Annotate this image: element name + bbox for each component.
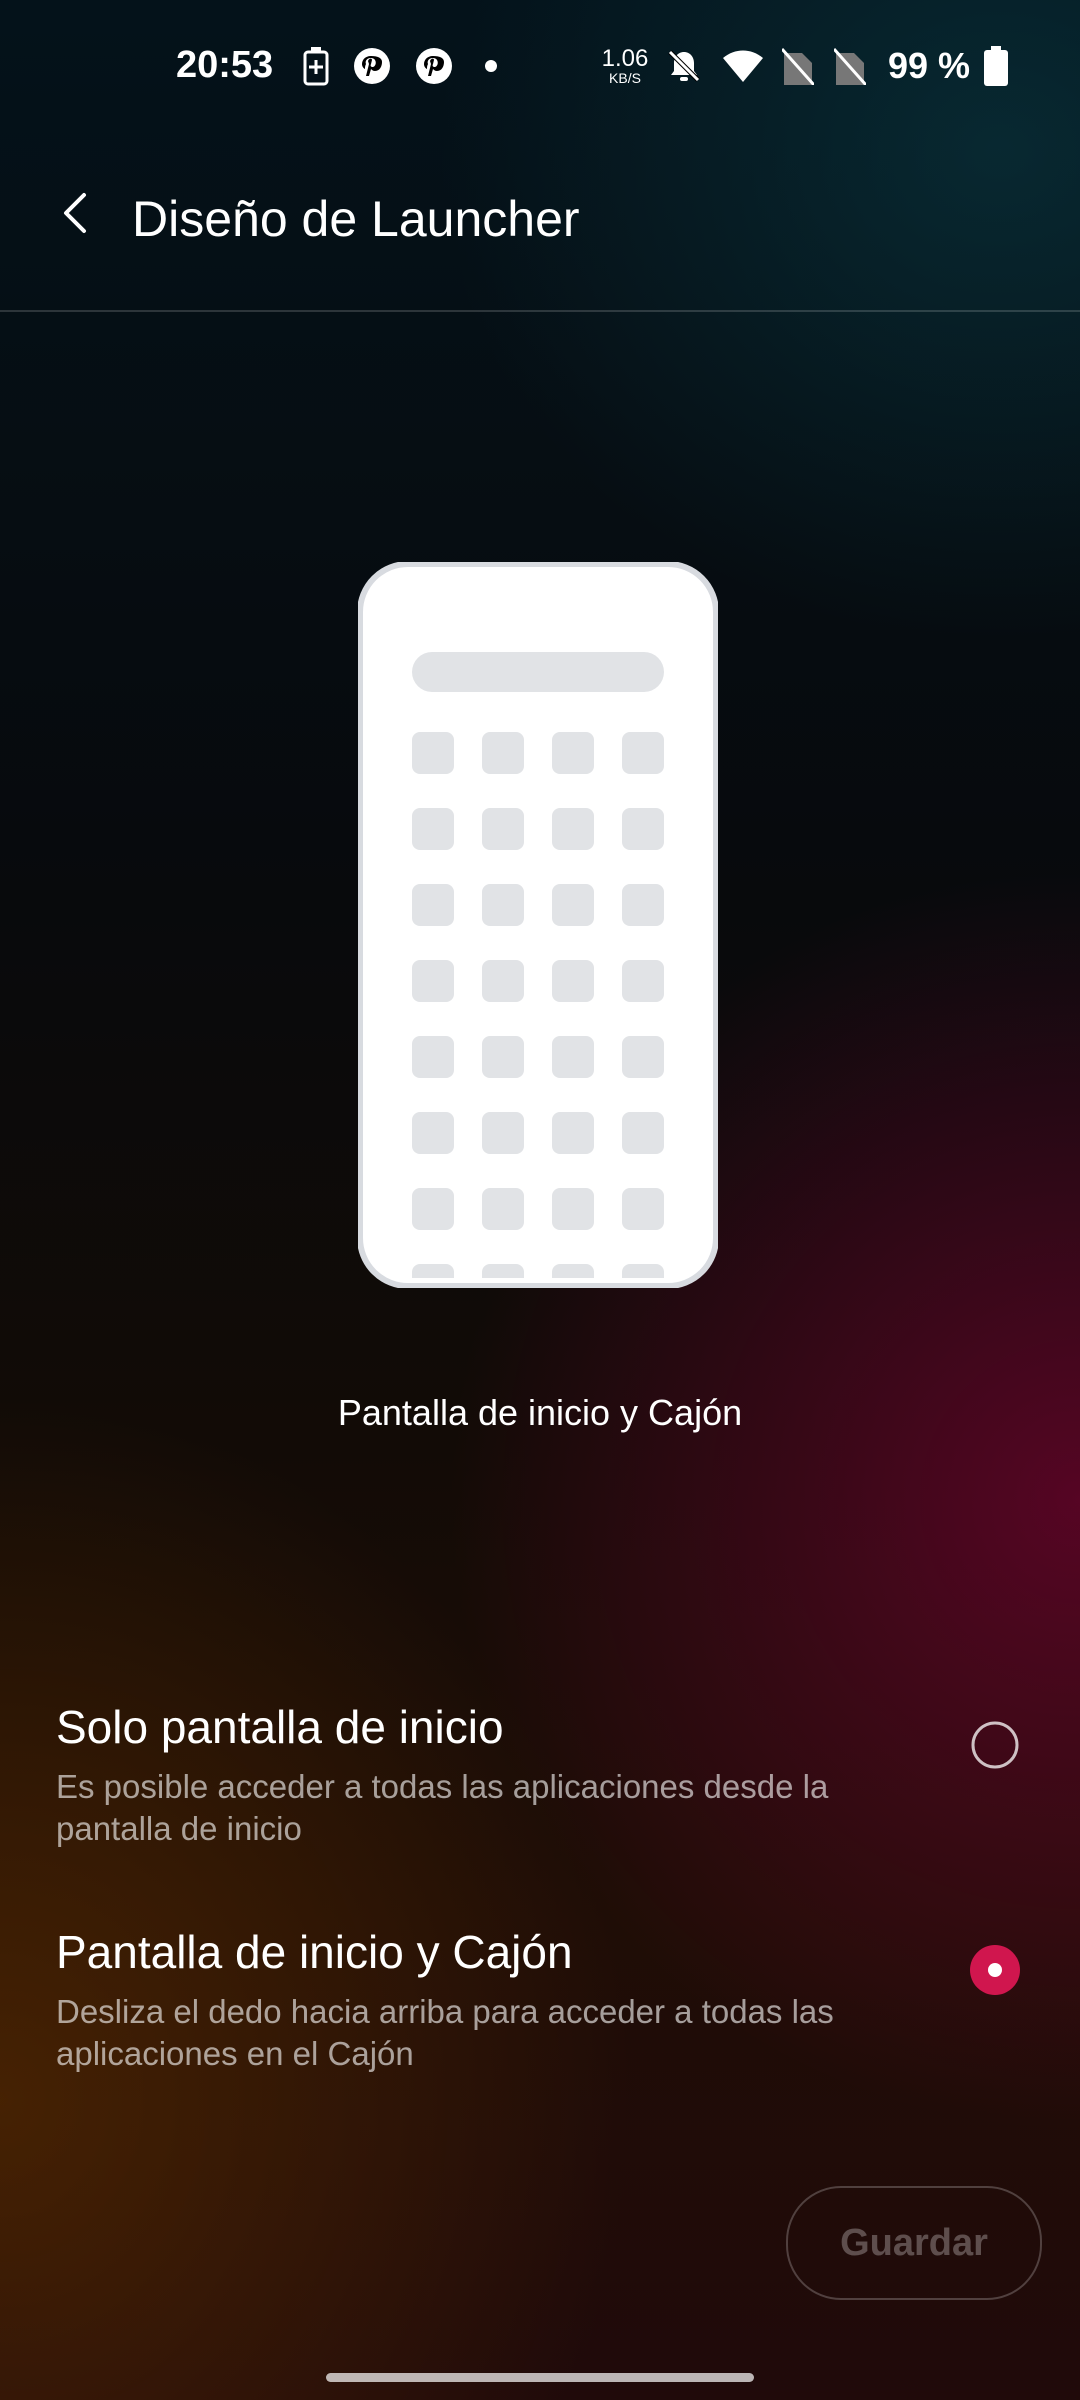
app-icon-placeholder xyxy=(412,808,454,850)
option-title: Pantalla de inicio y Cajón xyxy=(56,1926,573,1978)
app-icon-placeholder xyxy=(412,1188,454,1230)
wifi-icon xyxy=(720,46,766,86)
app-icon-placeholder xyxy=(552,1112,594,1154)
save-button[interactable]: Guardar xyxy=(786,2186,1042,2300)
option-home-and-drawer[interactable]: Pantalla de inicio y Cajón Desliza el de… xyxy=(0,1925,1080,2125)
pinterest-icon xyxy=(352,46,392,86)
net-speed-unit: KB/S xyxy=(609,70,641,86)
launcher-layout-illustration xyxy=(358,562,718,1288)
app-icon-placeholder xyxy=(622,1188,664,1230)
app-icon-placeholder xyxy=(412,1112,454,1154)
app-icon-placeholder xyxy=(552,808,594,850)
app-icon-placeholder xyxy=(552,884,594,926)
app-icon-placeholder xyxy=(482,808,524,850)
app-icon-placeholder xyxy=(552,960,594,1002)
no-sim-icon xyxy=(832,46,868,86)
app-icon-placeholder xyxy=(412,732,454,774)
gesture-nav-handle[interactable] xyxy=(326,2373,754,2382)
app-icon-placeholder xyxy=(412,884,454,926)
option-home-only[interactable]: Solo pantalla de inicio Es posible acced… xyxy=(0,1700,1080,1900)
net-speed-value: 1.06 xyxy=(601,45,649,72)
option-description: Desliza el dedo hacia arriba para accede… xyxy=(56,1993,834,2072)
app-icon-placeholder xyxy=(482,1188,524,1230)
battery-saver-icon xyxy=(300,46,332,86)
app-icon-placeholder xyxy=(482,960,524,1002)
app-icon-placeholder xyxy=(412,1036,454,1078)
app-icon-placeholder xyxy=(552,732,594,774)
no-sim-icon xyxy=(780,46,816,86)
status-bar: 20:53 1.06 KB/S 99 % xyxy=(0,0,1080,140)
app-bar: Diseño de Launcher xyxy=(0,140,1080,312)
app-icon-placeholder xyxy=(622,1112,664,1154)
app-icon-placeholder xyxy=(622,884,664,926)
app-icon-placeholder xyxy=(482,884,524,926)
option-description: Es posible acceder a todas las aplicacio… xyxy=(56,1768,829,1847)
search-bar-placeholder xyxy=(412,652,664,692)
pinterest-icon xyxy=(414,46,454,86)
status-time: 20:53 xyxy=(176,44,274,86)
radio-unchecked-icon[interactable] xyxy=(970,1720,1020,1770)
preview-caption: Pantalla de inicio y Cajón xyxy=(337,1392,743,1433)
app-icon-placeholder xyxy=(482,732,524,774)
app-icon-placeholder xyxy=(552,1036,594,1078)
app-icon-placeholder xyxy=(622,732,664,774)
network-speed: 1.06 KB/S xyxy=(600,46,650,86)
battery-icon xyxy=(982,46,1010,86)
app-icon-placeholder xyxy=(412,960,454,1002)
page-title: Diseño de Launcher xyxy=(132,191,580,247)
app-icon-placeholder xyxy=(622,960,664,1002)
battery-percentage: 99 % xyxy=(888,45,971,86)
app-icon-placeholder xyxy=(552,1188,594,1230)
app-icon-placeholder xyxy=(482,1036,524,1078)
dot-icon xyxy=(484,46,498,86)
back-button[interactable] xyxy=(40,180,110,250)
app-icon-placeholder xyxy=(622,1036,664,1078)
bell-off-icon xyxy=(664,46,704,86)
option-title: Solo pantalla de inicio xyxy=(56,1701,504,1753)
app-icon-placeholder xyxy=(482,1112,524,1154)
app-icon-placeholder xyxy=(622,808,664,850)
back-arrow-icon xyxy=(60,191,90,240)
radio-checked-icon[interactable] xyxy=(970,1945,1020,1995)
